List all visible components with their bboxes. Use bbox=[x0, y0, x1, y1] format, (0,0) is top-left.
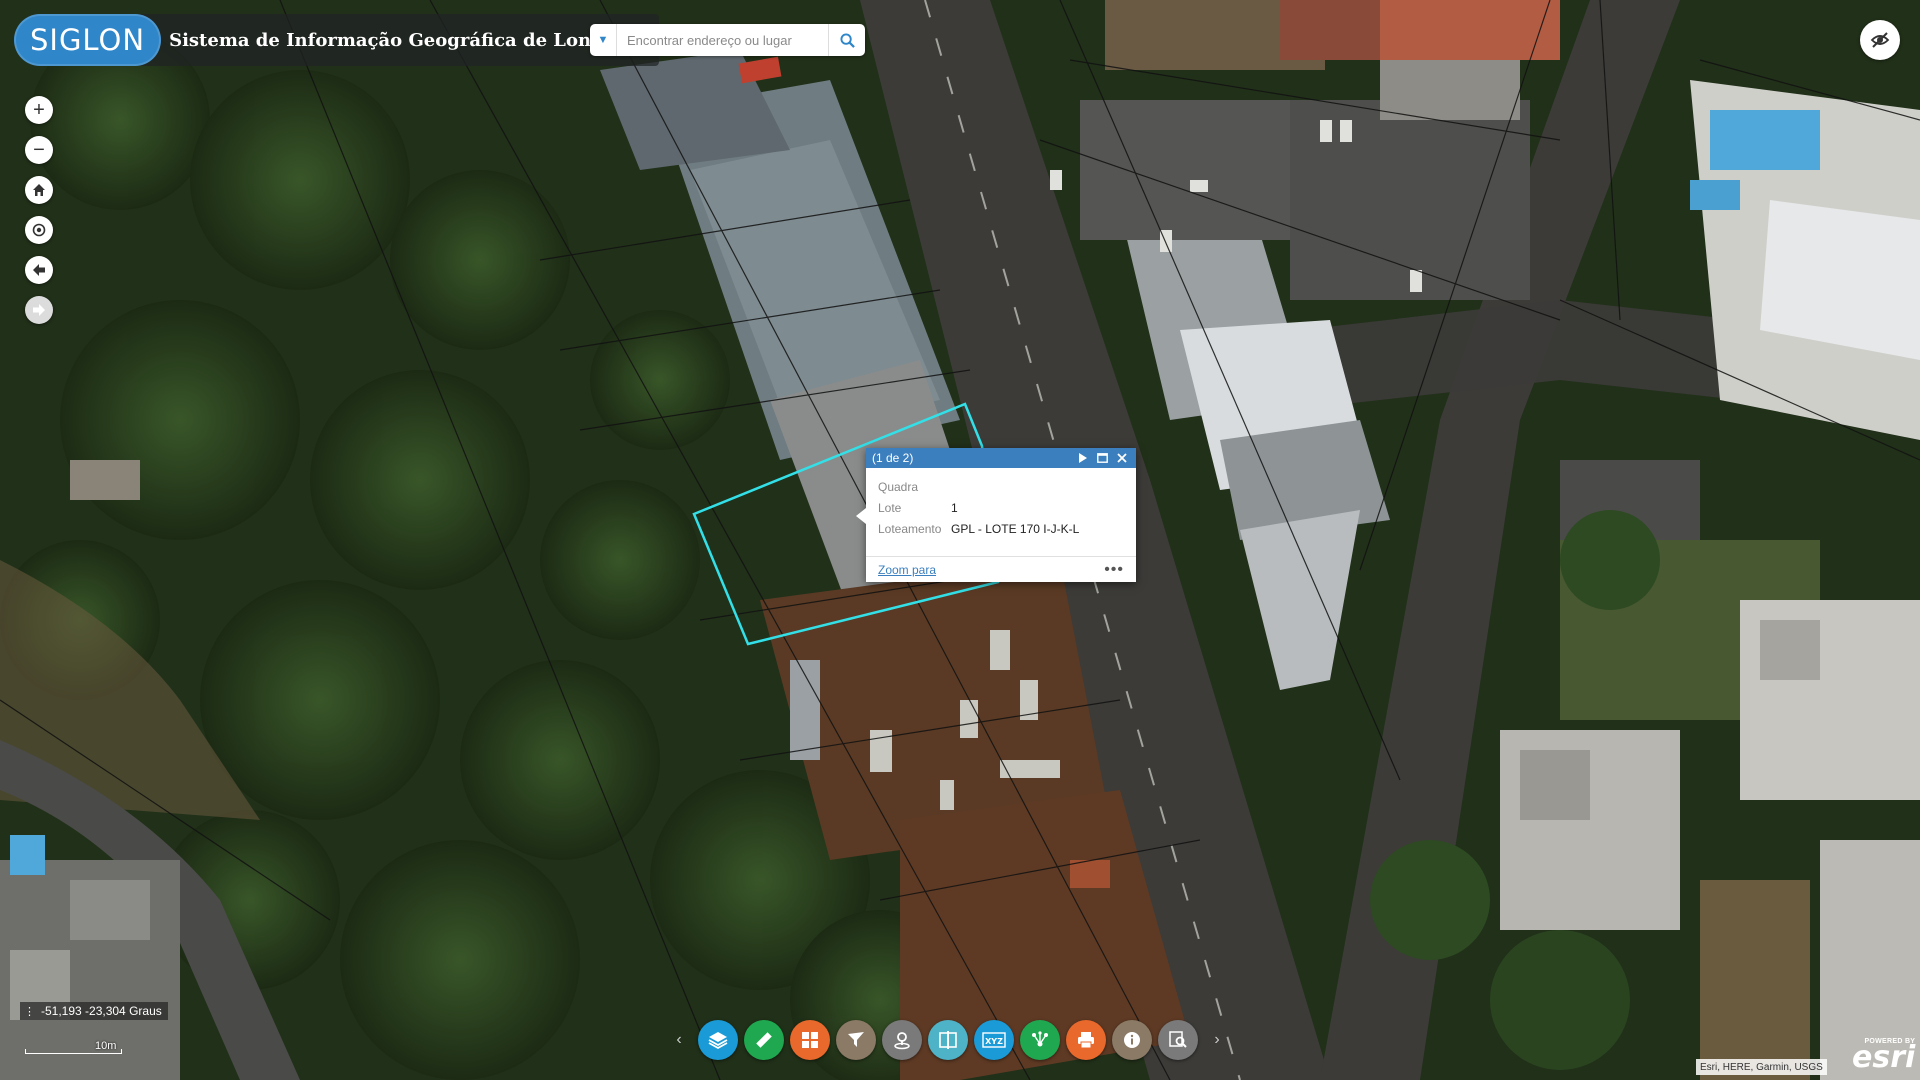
zoom-out-button[interactable]: − bbox=[25, 136, 53, 164]
popup-maximize-button[interactable] bbox=[1092, 448, 1112, 468]
caret-down-icon: ▼ bbox=[597, 34, 609, 46]
popup-field-row: Loteamento GPL - LOTE 170 I-J-K-L bbox=[878, 518, 1126, 539]
eye-off-icon bbox=[1870, 32, 1890, 48]
popup-footer: Zoom para ••• bbox=[866, 556, 1136, 582]
siglon-logo[interactable]: SIGLON bbox=[14, 14, 162, 66]
funnel-icon bbox=[848, 1032, 864, 1047]
ruler-icon bbox=[756, 1032, 772, 1048]
popup-field-value: 1 bbox=[951, 500, 958, 515]
popup-field-row: Quadra bbox=[878, 476, 1126, 497]
popup-header: (1 de 2) bbox=[866, 448, 1136, 468]
minus-icon: − bbox=[33, 138, 45, 161]
coordinate-readout[interactable]: ⋮ -51,193 -23,304 Graus bbox=[20, 1002, 168, 1020]
widget-toolbar: ‹ XYZ › bbox=[666, 1014, 1254, 1066]
search-icon bbox=[839, 32, 855, 48]
svg-text:XYZ: XYZ bbox=[985, 1037, 1003, 1046]
layers-button[interactable] bbox=[698, 1020, 738, 1060]
popup-field-row: Lote 1 bbox=[878, 497, 1126, 518]
scale-label: 10m bbox=[95, 1040, 117, 1052]
search-source-dropdown[interactable]: ▼ bbox=[590, 24, 617, 56]
swipe-button[interactable] bbox=[928, 1020, 968, 1060]
search-bar: ▼ bbox=[590, 24, 865, 56]
popup-field-value: GPL - LOTE 170 I-J-K-L bbox=[951, 521, 1080, 536]
popup-pointer bbox=[856, 508, 866, 524]
app-header: SIGLON Sistema de Informação Geográfica … bbox=[14, 14, 659, 66]
toolbar-prev-button[interactable]: ‹ bbox=[666, 1014, 692, 1066]
measure-button[interactable] bbox=[744, 1020, 784, 1060]
xyz-icon: XYZ bbox=[982, 1032, 1006, 1048]
info-icon bbox=[1124, 1032, 1140, 1048]
chevron-left-icon: ‹ bbox=[676, 1031, 682, 1048]
more-options-icon[interactable]: ••• bbox=[1104, 561, 1124, 577]
zoom-in-button[interactable]: + bbox=[25, 96, 53, 124]
map-attribution[interactable]: Esri, HERE, Garmin, USGS bbox=[1696, 1059, 1827, 1075]
popup-field-key: Loteamento bbox=[878, 521, 942, 536]
swipe-icon bbox=[939, 1031, 957, 1049]
network-icon bbox=[1032, 1031, 1048, 1047]
popup-count: (1 de 2) bbox=[872, 451, 914, 465]
search-input[interactable] bbox=[617, 31, 828, 49]
pin-icon bbox=[894, 1032, 910, 1050]
popup-field-key: Quadra bbox=[878, 479, 919, 494]
back-arrow-icon bbox=[33, 264, 45, 276]
streetview-button[interactable] bbox=[882, 1020, 922, 1060]
query-icon bbox=[1169, 1031, 1187, 1048]
print-button[interactable] bbox=[1066, 1020, 1106, 1060]
coordinate-text: -51,193 -23,304 Graus bbox=[41, 1004, 162, 1018]
popup-body: Quadra Lote 1 Loteamento GPL - LOTE 170 … bbox=[866, 468, 1136, 539]
toolbar-buttons: XYZ bbox=[692, 1020, 1204, 1060]
basemap-gallery-button[interactable] bbox=[790, 1020, 830, 1060]
query-button[interactable] bbox=[1158, 1020, 1198, 1060]
forward-arrow-icon bbox=[33, 304, 45, 316]
filter-button[interactable] bbox=[836, 1020, 876, 1060]
close-icon bbox=[1117, 453, 1127, 463]
maximize-icon bbox=[1096, 453, 1108, 463]
share-button[interactable] bbox=[1020, 1020, 1060, 1060]
print-icon bbox=[1078, 1032, 1094, 1049]
popup-field-key: Lote bbox=[878, 500, 902, 515]
layers-icon bbox=[708, 1032, 728, 1050]
zoom-to-link[interactable]: Zoom para bbox=[878, 563, 936, 577]
popup-close-button[interactable] bbox=[1112, 448, 1132, 468]
play-next-icon bbox=[1078, 453, 1087, 463]
about-button[interactable] bbox=[1112, 1020, 1152, 1060]
toolbar-next-button[interactable]: › bbox=[1204, 1014, 1230, 1066]
next-extent-button[interactable] bbox=[25, 296, 53, 324]
scale-bar: 10m bbox=[25, 1040, 122, 1056]
locate-icon bbox=[32, 223, 46, 237]
grid-icon bbox=[802, 1032, 818, 1048]
drag-handle-icon: ⋮ bbox=[24, 1005, 35, 1018]
app-title: Sistema de Informação Geográfica de Lond… bbox=[169, 29, 645, 51]
home-icon bbox=[33, 184, 45, 196]
home-button[interactable] bbox=[25, 176, 53, 204]
esri-wordmark: esri bbox=[1852, 1040, 1916, 1075]
popup-next-button[interactable] bbox=[1072, 448, 1092, 468]
search-button[interactable] bbox=[828, 24, 865, 56]
plus-icon: + bbox=[33, 98, 45, 121]
previous-extent-button[interactable] bbox=[25, 256, 53, 284]
feature-popup: (1 de 2) Quadra Lote 1 Loteamento GPL - … bbox=[856, 448, 1136, 582]
locate-button[interactable] bbox=[25, 216, 53, 244]
toggle-visibility-button[interactable] bbox=[1860, 20, 1900, 60]
coordinates-button[interactable]: XYZ bbox=[974, 1020, 1014, 1060]
esri-logo[interactable]: POWERED BY esri bbox=[1852, 1038, 1916, 1075]
chevron-right-icon: › bbox=[1214, 1031, 1220, 1048]
